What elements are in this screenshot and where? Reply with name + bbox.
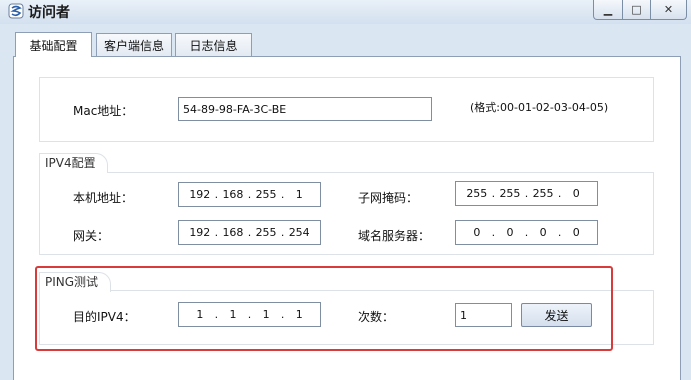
ip-octet[interactable]: 255 (532, 187, 554, 200)
window-title: 访问者 (28, 5, 70, 21)
maximize-button[interactable]: □ (622, 0, 651, 20)
ip-octet[interactable]: 255 (499, 187, 521, 200)
ip-octet[interactable]: 0 (499, 226, 521, 239)
ip-octet[interactable]: 255 (466, 187, 488, 200)
close-button[interactable]: ✕ (650, 0, 687, 20)
gateway-label: 网关： (73, 229, 110, 243)
ping-target-input[interactable]: 1. 1. 1. 1 (178, 302, 321, 327)
ip-octet[interactable]: 1 (189, 308, 211, 321)
target-ip-label: 目的IPV4： (73, 310, 136, 324)
tab-basic-config[interactable]: 基础配置 (15, 32, 92, 57)
ip-octet[interactable]: 168 (222, 226, 244, 239)
ip-octet[interactable]: 192 (189, 226, 211, 239)
ping-count-field[interactable] (455, 303, 512, 327)
ipv4-group-title: IPV4配置 (39, 153, 108, 173)
ip-octet[interactable]: 0 (565, 187, 587, 200)
ip-octet[interactable]: 1 (255, 308, 277, 321)
local-ip-input[interactable]: 192. 168. 255. 1 (178, 182, 321, 207)
send-button[interactable]: 发送 (521, 303, 592, 327)
ip-octet[interactable]: 192 (189, 188, 211, 201)
ip-octet[interactable]: 168 (222, 188, 244, 201)
count-label: 次数： (358, 310, 395, 324)
minimize-button[interactable]: ▁ (593, 0, 623, 20)
ip-octet[interactable]: 0 (565, 226, 587, 239)
dns-label: 域名服务器： (358, 229, 431, 243)
subnet-label: 子网掩码： (358, 191, 419, 205)
mac-format-hint: (格式:00-01-02-03-04-05) (470, 101, 609, 114)
mac-label: Mac地址： (73, 104, 134, 118)
subnet-mask-input[interactable]: 255. 255. 255. 0 (455, 181, 598, 206)
local-ip-label: 本机地址： (73, 191, 134, 205)
app-logo-icon (8, 3, 24, 19)
gateway-input[interactable]: 192. 168. 255. 254 (178, 220, 321, 245)
ip-octet[interactable]: 0 (532, 226, 554, 239)
tab-log-info[interactable]: 日志信息 (175, 33, 252, 57)
tab-client-info[interactable]: 客户端信息 (96, 33, 172, 57)
ip-octet[interactable]: 1 (288, 308, 310, 321)
dns-server-input[interactable]: 0. 0. 0. 0 (455, 220, 598, 245)
ip-octet[interactable]: 1 (288, 188, 310, 201)
title-bar: 访问者 ▁ □ ✕ (0, 0, 691, 24)
ip-octet[interactable]: 0 (466, 226, 488, 239)
ip-octet[interactable]: 255 (255, 226, 277, 239)
ping-group-title: PING测试 (39, 272, 111, 292)
ip-octet[interactable]: 254 (288, 226, 310, 239)
ip-octet[interactable]: 255 (255, 188, 277, 201)
ip-octet[interactable]: 1 (222, 308, 244, 321)
mac-address-field[interactable] (178, 97, 432, 121)
